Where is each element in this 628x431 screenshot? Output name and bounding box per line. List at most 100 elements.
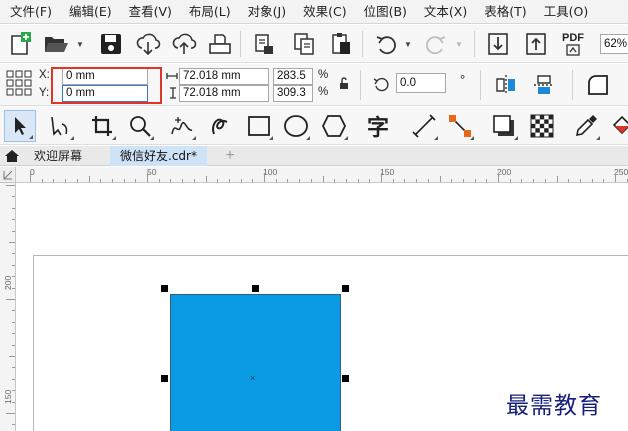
ruler-label: 50: [147, 167, 157, 177]
ruler-label: 250: [614, 167, 628, 177]
eyedropper-tool[interactable]: [570, 110, 602, 142]
pdf-label: PDF: [562, 32, 584, 44]
redo-button[interactable]: [420, 28, 452, 60]
undo-dropdown-icon[interactable]: ▼: [404, 40, 412, 49]
reference-point-button[interactable]: [6, 70, 32, 99]
undo-button[interactable]: [370, 28, 402, 60]
export-button[interactable]: [520, 28, 552, 60]
connector-tool[interactable]: [444, 110, 476, 142]
publish-pdf-button[interactable]: PDF: [557, 28, 589, 60]
ruler-tick: [345, 179, 347, 182]
transparency-tool[interactable]: [526, 110, 558, 142]
menu-bitmaps[interactable]: 位图(B): [355, 0, 415, 24]
eyedropper-icon: [575, 115, 597, 137]
drop-shadow-icon: [493, 115, 514, 136]
resize-handle-top-right[interactable]: [342, 285, 349, 292]
vertical-ruler[interactable]: 200 150: [0, 183, 16, 431]
home-icon[interactable]: [4, 149, 20, 163]
menu-layout[interactable]: 布局(L): [180, 0, 239, 24]
import-button[interactable]: [482, 28, 514, 60]
open-dropdown-icon[interactable]: ▼: [76, 40, 84, 49]
new-document-button[interactable]: [4, 28, 36, 60]
mirror-horizontal-button[interactable]: [490, 69, 522, 101]
ruler-tick: [88, 176, 90, 182]
export-cloud-button[interactable]: [168, 28, 200, 60]
ruler-label: 150: [380, 167, 395, 177]
x-label: X:: [39, 69, 50, 81]
lock-ratio-icon[interactable]: [338, 76, 350, 90]
shape-edit-icon: [51, 116, 68, 136]
artistic-media-tool[interactable]: [204, 110, 236, 142]
ruler-tick: [158, 179, 160, 182]
shape-tool[interactable]: [44, 110, 76, 142]
export-icon: [526, 33, 546, 55]
open-button[interactable]: [40, 28, 72, 60]
menu-view[interactable]: 查看(V): [120, 0, 180, 24]
zoom-level-field[interactable]: 62%: [600, 34, 628, 54]
menu-object[interactable]: 对象(J): [239, 0, 294, 24]
menu-text[interactable]: 文本(X): [415, 0, 475, 24]
ruler-tick: [427, 179, 429, 182]
selection-center-marker[interactable]: ×: [250, 373, 255, 383]
drop-shadow-tool[interactable]: [488, 110, 520, 142]
ellipse-tool[interactable]: [280, 110, 312, 142]
dimension-tool[interactable]: [408, 110, 440, 142]
ruler-origin[interactable]: [0, 167, 16, 183]
crop-icon: [92, 116, 112, 136]
pick-tool[interactable]: [4, 110, 36, 142]
scale-height-field[interactable]: 309.3: [273, 85, 313, 102]
new-tab-button[interactable]: +: [222, 148, 238, 164]
magnifier-icon: [130, 116, 151, 137]
resize-handle-top-left[interactable]: [161, 285, 168, 292]
menu-file[interactable]: 文件(F): [0, 0, 60, 24]
rectangle-tool[interactable]: [243, 110, 275, 142]
zoom-tool[interactable]: [124, 110, 156, 142]
toolbar-separator: [572, 70, 573, 100]
mirror-vertical-button[interactable]: [528, 69, 560, 101]
redo-dropdown-icon[interactable]: ▼: [455, 40, 463, 49]
text-tool[interactable]: 字: [362, 110, 394, 142]
fill-bucket-icon: [612, 115, 628, 135]
ruler-tick: [100, 179, 102, 182]
ruler-tick: [498, 173, 499, 182]
object-width-field[interactable]: 72.018 mm: [179, 68, 269, 85]
ruler-tick: [53, 179, 55, 182]
crop-tool[interactable]: [86, 110, 118, 142]
menu-tools[interactable]: 工具(O): [535, 0, 597, 24]
selected-rectangle[interactable]: [170, 294, 341, 431]
menu-table[interactable]: 表格(T): [475, 0, 534, 24]
resize-handle-right[interactable]: [342, 375, 349, 382]
freehand-tool[interactable]: [166, 110, 198, 142]
flyout-indicator-icon: [306, 136, 310, 140]
horizontal-ruler[interactable]: 0 50 100 150 200 250: [16, 167, 628, 183]
width-icon: [166, 73, 178, 79]
save-button[interactable]: [95, 28, 127, 60]
polygon-tool[interactable]: [318, 110, 350, 142]
degree-label: °: [460, 72, 466, 87]
duplicate-button[interactable]: [288, 28, 320, 60]
tab-welcome-screen[interactable]: 欢迎屏幕: [24, 146, 92, 166]
resize-handle-top[interactable]: [252, 285, 259, 292]
menu-effects[interactable]: 效果(C): [294, 0, 354, 24]
undo-icon: [376, 36, 396, 55]
menu-edit[interactable]: 编辑(E): [60, 0, 120, 24]
interactive-fill-tool[interactable]: [606, 110, 628, 142]
rotation-angle-field[interactable]: 0.0: [396, 73, 446, 93]
copy-properties-button[interactable]: [248, 28, 280, 60]
document-tab-bar: 欢迎屏幕 微信好友.cdr* +: [0, 146, 628, 166]
import-cloud-button[interactable]: [132, 28, 164, 60]
checkerboard-icon: [530, 114, 554, 138]
tab-document[interactable]: 微信好友.cdr*: [110, 146, 207, 166]
save-icon: [101, 34, 121, 54]
object-height-field[interactable]: 72.018 mm: [179, 85, 269, 102]
ruler-tick: [65, 179, 67, 182]
ruler-tick: [41, 179, 43, 182]
ruler-tick: [533, 179, 535, 182]
resize-handle-left[interactable]: [161, 375, 168, 382]
scale-width-field[interactable]: 283.5: [273, 68, 313, 85]
ruler-tick: [228, 179, 230, 182]
print-button[interactable]: [204, 28, 236, 60]
corner-shape-button[interactable]: [582, 69, 614, 101]
paste-button[interactable]: [325, 28, 357, 60]
flyout-indicator-icon: [434, 136, 438, 140]
